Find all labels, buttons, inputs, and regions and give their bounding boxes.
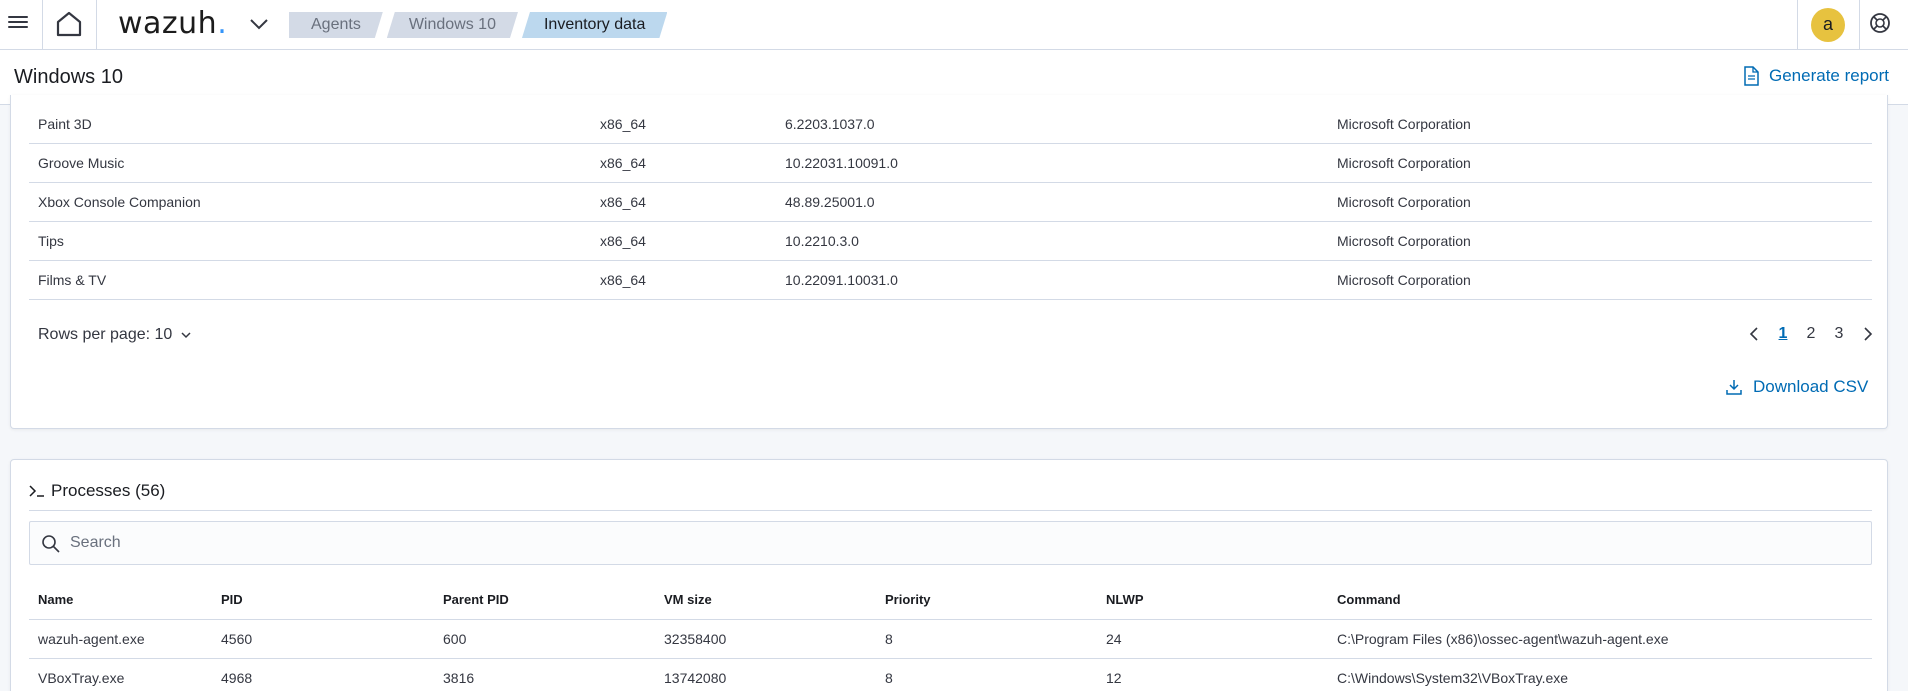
page-title: Windows 10	[14, 66, 123, 88]
process-nlwp: 12	[1106, 670, 1122, 686]
package-version: 6.2203.1037.0	[785, 116, 875, 132]
package-version: 48.89.25001.0	[785, 194, 875, 210]
package-vendor: Microsoft Corporation	[1337, 116, 1471, 132]
rows-per-page-label: Rows per page: 10	[38, 326, 173, 343]
process-priority: 8	[885, 631, 893, 647]
table-row[interactable]: Paint 3D x86_64 6.2203.1037.0 Microsoft …	[29, 105, 1872, 144]
package-version: 10.2210.3.0	[785, 233, 859, 249]
package-vendor: Microsoft Corporation	[1337, 194, 1471, 210]
document-icon	[1744, 66, 1759, 86]
menu-icon[interactable]	[8, 13, 28, 33]
column-header-vm-size[interactable]: VM size	[664, 575, 712, 625]
package-version: 10.22031.10091.0	[785, 155, 898, 171]
search-box	[29, 521, 1872, 565]
terminal-icon	[29, 485, 44, 497]
package-name: Tips	[38, 233, 64, 249]
pagination: 1 2 3	[1741, 325, 1881, 343]
search-input[interactable]	[70, 522, 1850, 564]
process-name: VBoxTray.exe	[38, 670, 125, 686]
search-icon	[42, 535, 60, 553]
breadcrumb-inventory-data[interactable]: Inventory data	[522, 12, 667, 38]
column-header-command[interactable]: Command	[1337, 575, 1401, 625]
breadcrumb-windows-10[interactable]: Windows 10	[387, 12, 518, 38]
download-icon	[1726, 380, 1742, 395]
process-pid: 4968	[221, 670, 253, 686]
chevron-down-icon	[181, 332, 191, 339]
page-2-button[interactable]: 2	[1797, 325, 1825, 343]
package-name: Groove Music	[38, 155, 125, 171]
rows-per-page-select[interactable]: Rows per page: 10	[38, 326, 192, 344]
process-parent-pid: 3816	[443, 670, 475, 686]
divider	[1797, 0, 1798, 50]
package-vendor: Microsoft Corporation	[1337, 155, 1471, 171]
breadcrumb: Agents Windows 10 Inventory data	[289, 12, 671, 38]
table-row[interactable]: wazuh-agent.exe 4560 600 32358400 8 24 C…	[29, 620, 1872, 659]
generate-report-button[interactable]: Generate report	[1743, 66, 1889, 86]
processes-panel: Processes (56) Name PID Parent PID VM si…	[10, 459, 1888, 691]
process-command: C:\Program Files (x86)\ossec-agent\wazuh…	[1337, 631, 1669, 647]
process-name: wazuh-agent.exe	[38, 631, 145, 647]
packages-panel: Paint 3D x86_64 6.2203.1037.0 Microsoft …	[10, 95, 1888, 429]
package-arch: x86_64	[600, 155, 646, 171]
column-header-priority[interactable]: Priority	[885, 575, 931, 625]
process-nlwp: 24	[1106, 631, 1122, 647]
download-csv-label: Download CSV	[1753, 377, 1869, 396]
package-name: Xbox Console Companion	[38, 194, 201, 210]
process-parent-pid: 600	[443, 631, 467, 647]
package-arch: x86_64	[600, 194, 646, 210]
table-header: Name PID Parent PID VM size Priority NLW…	[29, 575, 1872, 620]
chevron-right-icon[interactable]	[1853, 326, 1881, 342]
wazuh-logo[interactable]: wazuh.	[118, 6, 227, 41]
package-arch: x86_64	[600, 272, 646, 288]
page-1-button[interactable]: 1	[1769, 325, 1797, 343]
process-vm-size: 32358400	[664, 631, 727, 647]
package-arch: x86_64	[600, 233, 646, 249]
divider	[1859, 0, 1860, 50]
help-icon[interactable]	[1869, 12, 1891, 34]
page-3-button[interactable]: 3	[1825, 325, 1853, 343]
package-version: 10.22091.10031.0	[785, 272, 898, 288]
chevron-left-icon[interactable]	[1741, 326, 1769, 342]
package-name: Paint 3D	[38, 116, 92, 132]
chevron-down-icon[interactable]	[248, 14, 270, 34]
column-header-nlwp[interactable]: NLWP	[1106, 575, 1144, 625]
generate-report-label: Generate report	[1769, 66, 1890, 85]
divider	[29, 510, 1872, 511]
column-header-parent-pid[interactable]: Parent PID	[443, 575, 509, 625]
package-vendor: Microsoft Corporation	[1337, 233, 1471, 249]
package-vendor: Microsoft Corporation	[1337, 272, 1471, 288]
process-command: C:\Windows\System32\VBoxTray.exe	[1337, 670, 1569, 686]
divider	[42, 0, 43, 50]
top-nav: wazuh. Agents Windows 10 Inventory data …	[0, 0, 1908, 50]
table-row[interactable]: Xbox Console Companion x86_64 48.89.2500…	[29, 183, 1872, 222]
process-priority: 8	[885, 670, 893, 686]
download-csv-button[interactable]: Download CSV	[1725, 377, 1868, 397]
package-name: Films & TV	[38, 272, 107, 288]
breadcrumb-agents[interactable]: Agents	[289, 12, 383, 38]
processes-title: Processes (56)	[51, 481, 166, 500]
processes-heading: Processes (56)	[29, 481, 165, 501]
table-row[interactable]: Groove Music x86_64 10.22031.10091.0 Mic…	[29, 144, 1872, 183]
column-header-pid[interactable]: PID	[221, 575, 243, 625]
user-avatar[interactable]: a	[1811, 8, 1845, 42]
table-row[interactable]: VBoxTray.exe 4968 3816 13742080 8 12 C:\…	[29, 659, 1872, 691]
column-header-name[interactable]: Name	[38, 575, 73, 625]
home-icon[interactable]	[55, 11, 83, 37]
process-pid: 4560	[221, 631, 253, 647]
process-vm-size: 13742080	[664, 670, 727, 686]
package-arch: x86_64	[600, 116, 646, 132]
table-row[interactable]: Films & TV x86_64 10.22091.10031.0 Micro…	[29, 261, 1872, 300]
divider	[96, 0, 97, 50]
table-row[interactable]: Tips x86_64 10.2210.3.0 Microsoft Corpor…	[29, 222, 1872, 261]
